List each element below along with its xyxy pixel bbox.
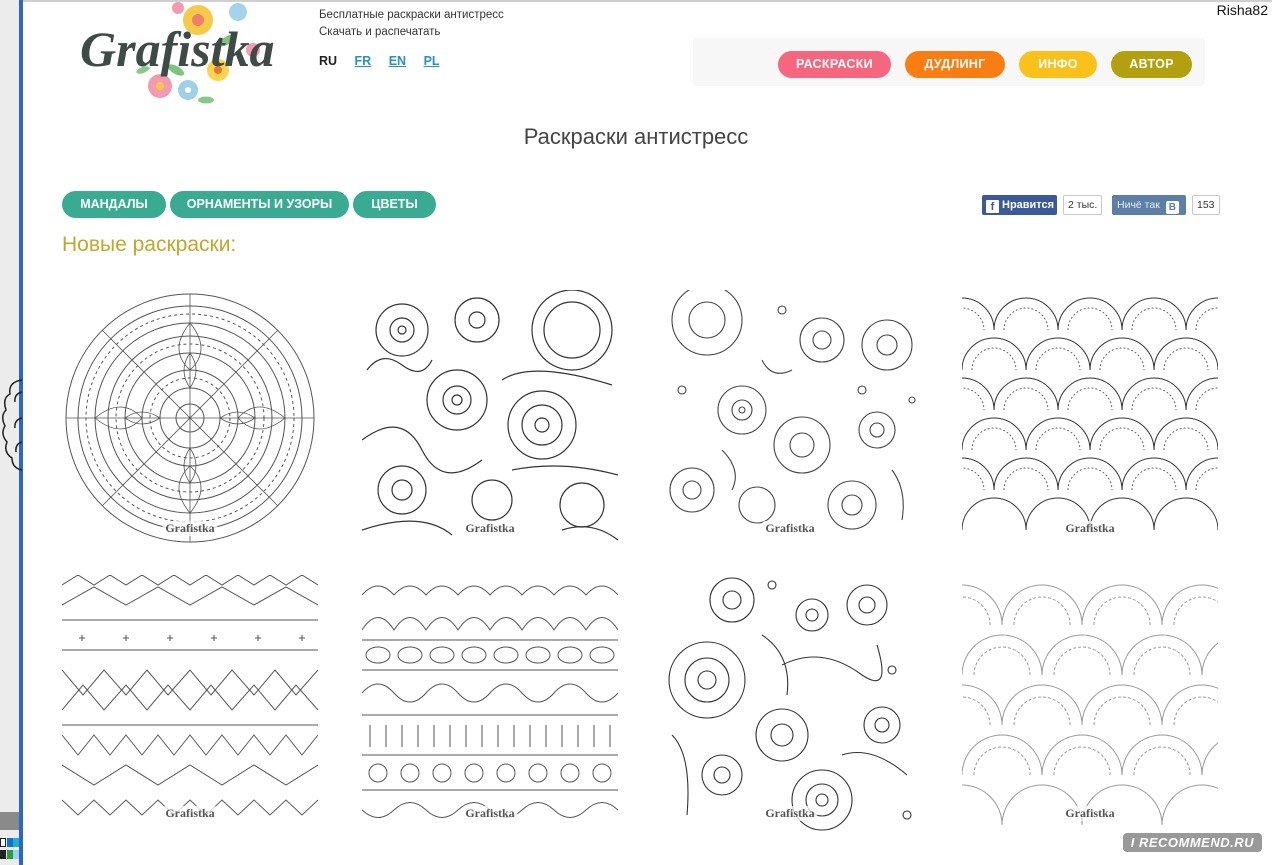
lang-ru[interactable]: RU xyxy=(319,54,337,68)
facebook-like-button[interactable]: f Нравится xyxy=(982,195,1057,215)
thumbnail-zigzag-ornament[interactable]: Grafistka xyxy=(62,575,318,831)
lang-fr[interactable]: FR xyxy=(355,54,372,68)
thumbnail-watermark: Grafistka xyxy=(1062,806,1118,821)
category-flowers-button[interactable]: ЦВЕТЫ xyxy=(353,191,436,218)
thumbnail-border-ornament[interactable]: Grafistka xyxy=(362,575,618,831)
section-title: Новые раскраски: xyxy=(62,233,237,256)
thumbnail-floral-bouquet[interactable]: Grafistka xyxy=(662,575,918,831)
nav-info-button[interactable]: ИНФО xyxy=(1019,51,1097,78)
thumbnail-watermark: Grafistka xyxy=(162,521,218,536)
vk-like-label: Ничё так xyxy=(1117,199,1160,211)
language-switcher: RU FR EN PL xyxy=(319,54,454,68)
vk-like-count: 153 xyxy=(1192,195,1220,215)
lang-en[interactable]: EN xyxy=(389,54,406,68)
logo-text: Grafistka xyxy=(80,21,274,77)
thumbnail-watermark: Grafistka xyxy=(1062,521,1118,536)
lang-pl[interactable]: PL xyxy=(424,54,440,68)
facebook-like-label: Нравится xyxy=(1002,199,1055,211)
mandala-image xyxy=(65,293,315,543)
flowers-garden-image xyxy=(669,290,916,530)
zigzag-ornament-image xyxy=(62,575,318,816)
category-ornaments-button[interactable]: ОРНАМЕНТЫ И УЗОРЫ xyxy=(170,191,349,218)
border-ornament-image xyxy=(362,585,618,818)
username-label: Risha82 xyxy=(1216,2,1268,18)
sidebar-gray-swatch xyxy=(0,812,19,830)
thumbnail-scales-light[interactable]: Grafistka xyxy=(962,575,1218,831)
thumbnail-watermark: Grafistka xyxy=(462,521,518,536)
nav-doodling-button[interactable]: ДУДЛИНГ xyxy=(905,51,1005,78)
thumbnail-watermark: Grafistka xyxy=(762,521,818,536)
site-tagline: Бесплатные раскраски антистресс Скачать … xyxy=(319,7,504,41)
scales-light-image xyxy=(962,584,1218,826)
facebook-icon: f xyxy=(986,200,999,213)
page-title: Раскраски антистресс xyxy=(523,124,749,149)
vk-icon: В xyxy=(1165,201,1179,214)
grafistka-logo[interactable]: Grafistka xyxy=(78,0,283,108)
thumbnail-watermark: Grafistka xyxy=(162,806,218,821)
recommend-watermark: I RECOMMEND.RU xyxy=(1122,833,1262,852)
thumbnail-watermark: Grafistka xyxy=(462,806,518,821)
nav-coloring-button[interactable]: РАСКРАСКИ xyxy=(778,51,891,78)
color-palette-icon xyxy=(0,838,19,865)
thumbnail-flowers-garden[interactable]: Grafistka xyxy=(662,290,918,546)
category-mandalas-button[interactable]: МАНДАЛЫ xyxy=(62,191,166,218)
side-decoration-icon xyxy=(2,379,22,471)
thumbnail-scales[interactable]: Grafistka xyxy=(962,290,1218,546)
tagline-line-2: Скачать и распечатать xyxy=(319,26,441,38)
vk-like-button[interactable]: Ничё так В xyxy=(1112,195,1186,215)
thumbnail-watermark: Grafistka xyxy=(762,806,818,821)
scales-image xyxy=(962,297,1218,531)
facebook-like-count: 2 тыс. xyxy=(1063,195,1103,215)
thumbnail-mandala[interactable]: Grafistka xyxy=(62,290,318,546)
tagline-line-1: Бесплатные раскраски антистресс xyxy=(319,9,504,21)
nav-author-button[interactable]: АВТОР xyxy=(1111,51,1192,78)
floral-bouquet-image xyxy=(668,577,912,831)
thumbnail-flowers-doodle[interactable]: Grafistka xyxy=(362,290,618,546)
flowers-doodle-image xyxy=(362,290,618,541)
